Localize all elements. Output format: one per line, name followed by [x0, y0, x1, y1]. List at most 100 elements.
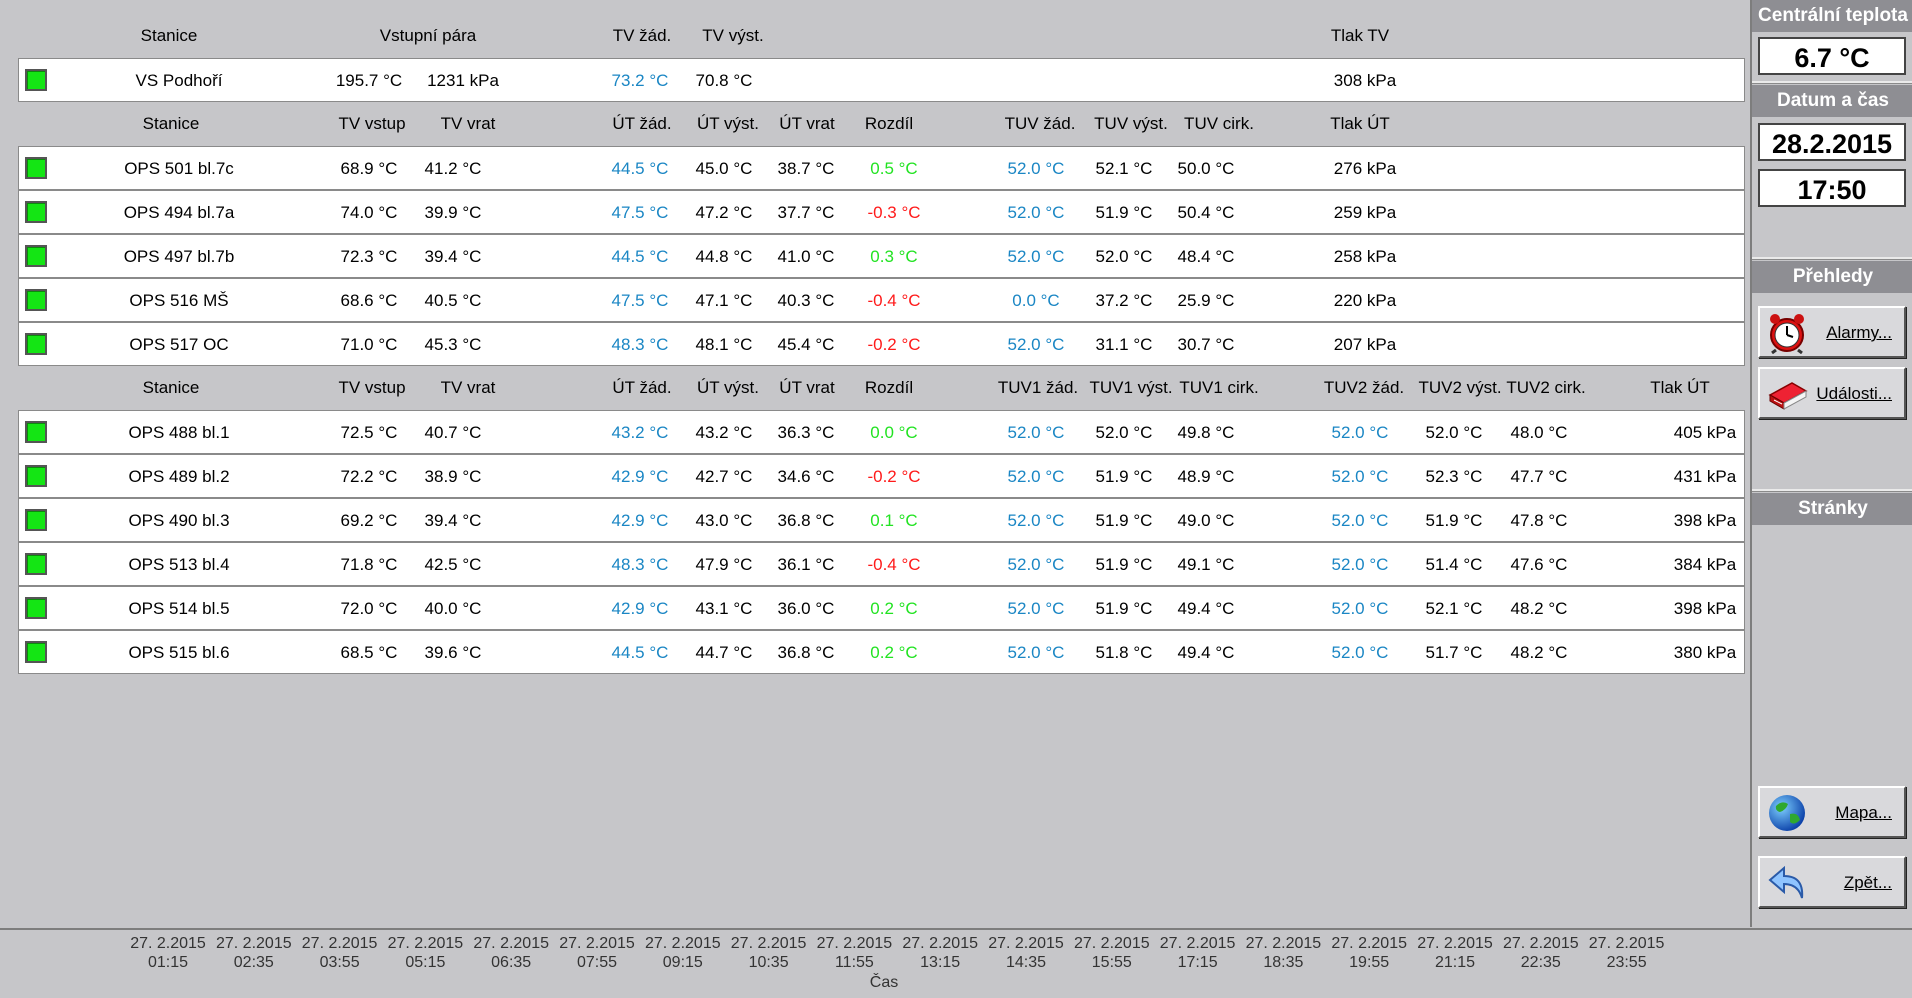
tick-time: 13:15 [920, 954, 961, 971]
map-button[interactable]: Mapa... [1758, 786, 1906, 838]
col-tuv-cirk: TUV cirk. [1184, 114, 1254, 133]
ut-output-temp: 42.7 °C [695, 467, 753, 486]
tuv2-setpoint[interactable]: 52.0 °C [1332, 543, 1389, 587]
station-row[interactable]: OPS 517 OC 71.0 °C 45.3 °C 48.3 °C 48.1 °C 45… [18, 322, 1745, 366]
status-indicator [25, 245, 47, 267]
tuv-setpoint[interactable]: 52.0 °C [1008, 323, 1065, 367]
tick-date: 27. 2.2015 [902, 935, 978, 952]
status-indicator [25, 289, 47, 311]
station-name: OPS 515 bl.6 [128, 643, 230, 662]
tuv2-output-temp: 52.1 °C [1425, 599, 1483, 618]
tuv1-setpoint[interactable]: 52.0 °C [1008, 411, 1065, 455]
tick-date: 27. 2.2015 [1159, 935, 1236, 952]
tuv2-output-temp: 52.3 °C [1425, 467, 1483, 486]
tuv1-setpoint[interactable]: 52.0 °C [1008, 499, 1065, 543]
ut-pressure: 258 kPa [1333, 247, 1397, 266]
tv-return-temp: 40.5 °C [424, 291, 482, 310]
alarms-label: Alarmy... [1826, 323, 1892, 342]
ut-setpoint[interactable]: 44.5 °C [612, 147, 669, 191]
tuv2-output-temp: 51.4 °C [1425, 555, 1483, 574]
station-row[interactable]: OPS 488 bl.1 72.5 °C 40.7 °C 43.2 °C 43.2 °C… [18, 410, 1745, 454]
station-name: OPS 517 OC [129, 335, 229, 354]
ut-setpoint[interactable]: 48.3 °C [612, 543, 669, 587]
station-row[interactable]: OPS 501 bl.7c 68.9 °C 41.2 °C 44.5 °C 45.0 °… [18, 146, 1745, 190]
tuv2-setpoint[interactable]: 52.0 °C [1332, 631, 1389, 675]
tuv1-setpoint[interactable]: 52.0 °C [1008, 455, 1065, 499]
ut-setpoint[interactable]: 43.2 °C [612, 411, 669, 455]
axis-tick-label: 27. 2.2015 11:55 [817, 934, 893, 972]
station-name: OPS 516 MŠ [129, 291, 229, 310]
tuv-setpoint[interactable]: 52.0 °C [1008, 147, 1065, 191]
tv-return-temp: 39.4 °C [424, 511, 482, 530]
station-row[interactable]: OPS 515 bl.6 68.5 °C 39.6 °C 44.5 °C 44.7 °C… [18, 630, 1745, 674]
station-row[interactable]: OPS 514 bl.5 72.0 °C 40.0 °C 42.9 °C 43.1 °C… [18, 586, 1745, 630]
axis-tick-label: 27. 2.2015 02:35 [216, 934, 292, 972]
ut-setpoint[interactable]: 42.9 °C [612, 499, 669, 543]
tuv1-setpoint[interactable]: 52.0 °C [1008, 543, 1065, 587]
time-value: 17:50 [1758, 169, 1906, 207]
tv-return-temp: 39.9 °C [424, 203, 482, 222]
ut-setpoint[interactable]: 48.3 °C [612, 323, 669, 367]
ut-output-temp: 44.7 °C [695, 643, 753, 662]
tick-date: 27. 2.2015 [1245, 935, 1322, 952]
event-book-icon [1766, 373, 1808, 415]
ut-setpoint[interactable]: 42.9 °C [612, 455, 669, 499]
tv-setpoint[interactable]: 73.2 °C [612, 59, 669, 103]
tuv2-circulation-temp: 48.0 °C [1510, 423, 1568, 442]
tuv2-circulation-temp: 48.2 °C [1510, 643, 1568, 662]
tick-time: 09:15 [662, 954, 703, 971]
tuv-circulation-temp: 50.0 °C [1177, 159, 1235, 178]
tuv-setpoint[interactable]: 0.0 °C [1012, 279, 1059, 323]
time-axis[interactable]: 27. 2.2015 01:15 27. 2.2015 02:35 27. 2.2015… [0, 928, 1912, 998]
central-temp-title: Centrální teplota [1752, 0, 1912, 32]
ut-setpoint[interactable]: 44.5 °C [612, 235, 669, 279]
tv-input-temp: 71.0 °C [340, 335, 398, 354]
tick-time: 15:55 [1091, 954, 1132, 971]
tuv1-circulation-temp: 49.4 °C [1177, 599, 1235, 618]
tick-date: 27. 2.2015 [1417, 935, 1493, 952]
ut-output-temp: 47.1 °C [695, 291, 753, 310]
tv-input-temp: 72.5 °C [340, 423, 398, 442]
tv-return-temp: 40.7 °C [424, 423, 482, 442]
ut-setpoint[interactable]: 47.5 °C [612, 279, 669, 323]
tv-input-temp: 68.5 °C [340, 643, 398, 662]
tuv1-setpoint[interactable]: 52.0 °C [1008, 631, 1065, 675]
tuv-output-temp: 52.1 °C [1095, 159, 1153, 178]
events-button[interactable]: Události... [1758, 367, 1906, 419]
tv-pressure: 308 kPa [1333, 71, 1397, 90]
col-tuv-vyst: TUV výst. [1094, 114, 1168, 133]
tv-return-temp: 40.0 °C [424, 599, 482, 618]
ut-pressure: 398 kPa [1673, 599, 1737, 618]
tuv2-setpoint[interactable]: 52.0 °C [1332, 411, 1389, 455]
station-row[interactable]: OPS 497 bl.7b 72.3 °C 39.4 °C 44.5 °C 44.8 °… [18, 234, 1745, 278]
station-row[interactable]: OPS 513 bl.4 71.8 °C 42.5 °C 48.3 °C 47.9 °C… [18, 542, 1745, 586]
ut-setpoint[interactable]: 42.9 °C [612, 587, 669, 631]
tuv1-output-temp: 51.9 °C [1095, 599, 1153, 618]
col-tuv2-vyst: TUV2 výst. [1418, 378, 1502, 397]
tuv1-circulation-temp: 49.1 °C [1177, 555, 1235, 574]
tuv2-setpoint[interactable]: 52.0 °C [1332, 587, 1389, 631]
tuv2-setpoint[interactable]: 52.0 °C [1332, 455, 1389, 499]
station-row[interactable]: OPS 490 bl.3 69.2 °C 39.4 °C 42.9 °C 43.0 °C… [18, 498, 1745, 542]
tuv-setpoint[interactable]: 52.0 °C [1008, 191, 1065, 235]
tuv1-setpoint[interactable]: 52.0 °C [1008, 587, 1065, 631]
ut-output-temp: 44.8 °C [695, 247, 753, 266]
station-row[interactable]: OPS 489 bl.2 72.2 °C 38.9 °C 42.9 °C 42.7 °C… [18, 454, 1745, 498]
tuv-setpoint[interactable]: 52.0 °C [1008, 235, 1065, 279]
station-row-vs-podhori[interactable]: VS Podhoří 195.7 °C 1231 kPa 73.2 °C 70.… [18, 58, 1745, 102]
col-tv-zad: TV žád. [612, 26, 672, 45]
ut-setpoint[interactable]: 44.5 °C [612, 631, 669, 675]
tuv-output-temp: 52.0 °C [1095, 247, 1153, 266]
back-button[interactable]: Zpět... [1758, 856, 1906, 908]
col-rozdil: Rozdíl [864, 114, 914, 133]
difference-value: -0.2 °C [867, 467, 921, 486]
ut-setpoint[interactable]: 47.5 °C [612, 191, 669, 235]
col-tv-vrat: TV vrat [440, 114, 496, 133]
tuv2-setpoint[interactable]: 52.0 °C [1332, 499, 1389, 543]
alarms-button[interactable]: Alarmy... [1758, 306, 1906, 358]
station-row[interactable]: OPS 516 MŠ 68.6 °C 40.5 °C 47.5 °C 47.1 °C 40… [18, 278, 1745, 322]
status-indicator [25, 201, 47, 223]
station-row[interactable]: OPS 494 bl.7a 74.0 °C 39.9 °C 47.5 °C 47.2 °… [18, 190, 1745, 234]
steam-temp: 195.7 °C [335, 71, 403, 90]
axis-tick-label: 27. 2.2015 21:15 [1417, 934, 1493, 972]
